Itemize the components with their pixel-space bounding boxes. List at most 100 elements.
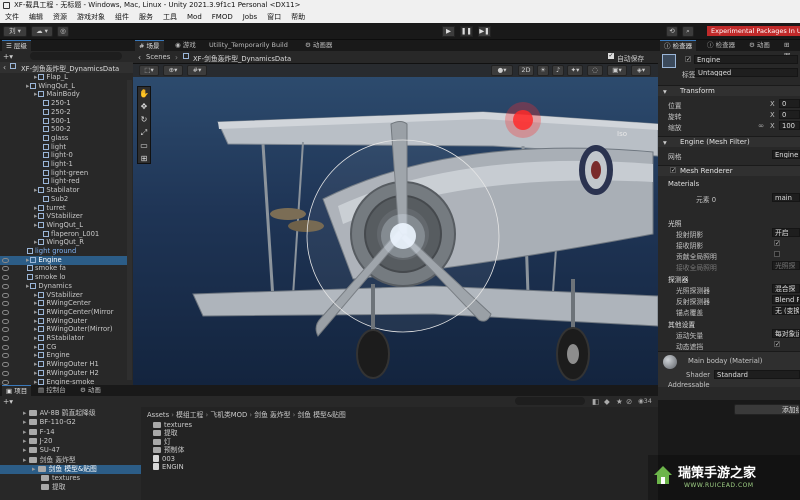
expand-arrow-icon[interactable]: ▸ (34, 291, 37, 299)
hierarchy-item[interactable]: ▸ VStabilizer (0, 212, 127, 221)
tab-animator[interactable]: ⚙ 动画器 (301, 40, 336, 51)
history-icon[interactable]: ⟲ (666, 26, 678, 37)
hierarchy-item[interactable]: ▸ turret (0, 204, 127, 213)
menu-gameobject[interactable]: 游戏对象 (72, 11, 110, 23)
hierarchy-item[interactable]: light-red (0, 177, 127, 186)
hierarchy-item[interactable]: ▸ Flap_L (0, 73, 127, 82)
motion-vectors-dropdown[interactable]: 每对象运 (772, 329, 800, 338)
hierarchy-item[interactable]: ▸ WingQut_L (0, 221, 127, 230)
favorite-icon[interactable]: ★ (616, 397, 623, 406)
expand-arrow-icon[interactable]: ▸ (26, 282, 29, 290)
hierarchy-scrollbar[interactable] (127, 80, 132, 380)
expand-arrow-icon[interactable]: ▸ (34, 378, 37, 386)
mesh-filter-arrow-icon[interactable]: ▾ (663, 138, 667, 147)
scene-prefab-name[interactable]: XF-剑鱼轰炸型_DynamicsData (193, 53, 291, 63)
breadcrumb-segment[interactable]: 飞机类MOD (210, 411, 247, 419)
filter-label-icon[interactable]: ◆ (604, 397, 610, 406)
project-tree-item[interactable]: ▸ F-14 (0, 428, 141, 437)
tab-game[interactable]: ◉ 游戏 (171, 40, 200, 51)
hierarchy-item[interactable]: smoke fa (0, 264, 127, 273)
menu-help[interactable]: 帮助 (286, 11, 310, 23)
hierarchy-item[interactable]: light (0, 143, 127, 152)
visibility-eye-icon[interactable] (2, 379, 9, 385)
account-dropdown[interactable]: 刘 ▾ (3, 26, 27, 37)
hierarchy-item[interactable]: ▸ RWingOuter (0, 317, 127, 326)
expand-arrow-icon[interactable]: ▸ (23, 428, 29, 436)
element0-field[interactable]: main (772, 193, 800, 202)
autosave-checkbox[interactable]: ✓ (608, 53, 614, 59)
project-file-item[interactable]: 预制体 (153, 446, 353, 454)
expand-arrow-icon[interactable]: ▸ (34, 212, 37, 220)
dynamic-occlusion-checkbox[interactable]: ✓ (774, 341, 780, 348)
hierarchy-item[interactable]: ▸ VStabilizer (0, 291, 127, 300)
tab-scene[interactable]: # 场景 (135, 40, 164, 51)
expand-arrow-icon[interactable]: ▸ (26, 256, 29, 264)
hierarchy-item[interactable]: light-green (0, 169, 127, 178)
hierarchy-item[interactable]: 500-2 (0, 125, 127, 134)
add-component-button[interactable]: 添加组 (734, 404, 800, 415)
pause-button[interactable]: ❚❚ (460, 26, 473, 37)
tab-utility-build[interactable]: Utility_Temporarily Build (205, 40, 292, 51)
project-tree-item[interactable]: 提取 (0, 483, 141, 492)
expand-arrow-icon[interactable]: ▸ (34, 360, 37, 368)
project-tree-item[interactable]: ▸ 剑鱼 模型&贴图 (0, 464, 141, 474)
hierarchy-item[interactable]: ▸ RStabilator (0, 334, 127, 343)
link-icon[interactable]: ∞ (758, 121, 764, 130)
mesh-renderer-header[interactable]: Mesh Renderer (658, 165, 800, 176)
mesh-field[interactable]: Engine (772, 150, 800, 159)
visibility-eye-icon[interactable] (2, 275, 9, 281)
active-checkbox[interactable]: ✓ (685, 56, 691, 63)
contribute-gi-checkbox[interactable] (774, 251, 780, 257)
materials-label[interactable]: Materials (668, 180, 699, 188)
cloud-button[interactable]: ☁ ▾ (31, 26, 53, 37)
visibility-eye-icon[interactable] (2, 283, 9, 289)
object-name-field[interactable]: Engine (694, 55, 798, 64)
receive-shadows-checkbox[interactable]: ✓ (774, 240, 780, 247)
menu-mod[interactable]: Mod (182, 11, 207, 23)
menu-fmod[interactable]: FMOD (207, 11, 238, 23)
tab-graph[interactable]: ⊞ 图 (780, 40, 800, 60)
expand-arrow-icon[interactable]: ▸ (34, 369, 37, 377)
shader-dropdown[interactable]: Standard (714, 370, 800, 379)
hierarchy-item[interactable]: ▸ WingQut_R (0, 238, 127, 247)
project-tree-item[interactable]: ▸ BF-110-G2 (0, 418, 141, 427)
experimental-packages-badge[interactable]: Experimental Packages In Us (707, 26, 800, 36)
back-icon[interactable]: ‹ (3, 63, 6, 72)
tab-inspector[interactable]: ⓘ 检查器 (660, 40, 697, 51)
rotation-x-field[interactable]: 0 (779, 110, 800, 119)
hierarchy-item[interactable]: ▸ RWingCenter(Mirror (0, 308, 127, 317)
hierarchy-item[interactable]: ▸ RWingOuter H1 (0, 360, 127, 369)
hierarchy-item[interactable]: ▸ WingQut_L (0, 82, 127, 91)
tab-inspector-2[interactable]: ⓘ 检查器 (703, 40, 739, 51)
light-probes-dropdown[interactable]: 混合探 (772, 284, 800, 293)
visibility-eye-icon[interactable] (2, 344, 9, 350)
project-tree-item[interactable]: textures (0, 474, 141, 483)
tab-project[interactable]: ▣ 项目 (2, 385, 32, 396)
cast-shadows-dropdown[interactable]: 开启 (772, 228, 800, 237)
menu-file[interactable]: 文件 (0, 11, 24, 23)
hierarchy-item[interactable]: ▸ MainBody (0, 90, 127, 99)
hierarchy-item[interactable]: light ground (0, 247, 127, 256)
tab-hierarchy[interactable]: ☰ 层级 (2, 40, 31, 51)
tab-animation[interactable]: ⚙ 动画 (745, 40, 774, 51)
project-file-item[interactable]: ENGIN (153, 462, 353, 471)
visibility-eye-icon[interactable] (2, 257, 9, 263)
menu-component[interactable]: 组件 (110, 11, 134, 23)
filter-type-icon[interactable]: ◧ (592, 397, 599, 406)
visibility-eye-icon[interactable] (2, 327, 9, 333)
expand-arrow-icon[interactable]: ▸ (34, 238, 37, 246)
visibility-eye-icon[interactable] (2, 362, 9, 368)
project-file-item[interactable]: textures (153, 421, 353, 429)
visibility-eye-icon[interactable] (2, 266, 9, 272)
expand-arrow-icon[interactable]: ▸ (32, 465, 38, 473)
hidden-packages-icon[interactable]: ⊘ (626, 397, 632, 406)
hierarchy-item[interactable]: Sub2 (0, 195, 127, 204)
menu-jobs[interactable]: Jobs (238, 11, 262, 23)
hierarchy-item[interactable]: 500-1 (0, 117, 127, 126)
hierarchy-item[interactable]: light-1 (0, 160, 127, 169)
project-tree-item[interactable]: ▸ SU-47 (0, 446, 141, 455)
hierarchy-item[interactable]: 250-1 (0, 99, 127, 108)
project-tree-item[interactable]: ▸ 剑鱼 轰炸型 (0, 456, 141, 465)
breadcrumb-segment[interactable]: 剑鱼 模型&贴图 (298, 411, 346, 419)
expand-arrow-icon[interactable]: ▸ (34, 343, 37, 351)
